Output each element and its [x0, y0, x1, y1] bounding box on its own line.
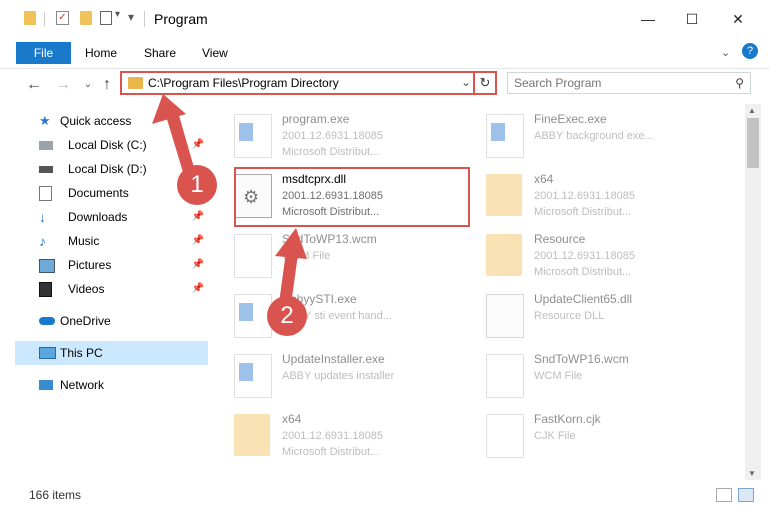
step-1-badge: 1: [177, 165, 217, 205]
status-bar: 166 items: [0, 480, 769, 510]
step-2-badge: 2: [267, 296, 307, 336]
large-icons-view-icon[interactable]: [738, 488, 754, 502]
item-count: 166 items: [29, 488, 82, 502]
scroll-up-icon[interactable]: ▲: [748, 106, 756, 115]
scrollbar-thumb[interactable]: [747, 118, 759, 168]
arrow-2-head: [275, 228, 307, 259]
scroll-down-icon[interactable]: ▼: [748, 469, 756, 478]
vertical-scrollbar[interactable]: ▲ ▼: [745, 104, 761, 480]
annotation-arrows: [152, 94, 307, 305]
details-view-icon[interactable]: [716, 488, 732, 502]
